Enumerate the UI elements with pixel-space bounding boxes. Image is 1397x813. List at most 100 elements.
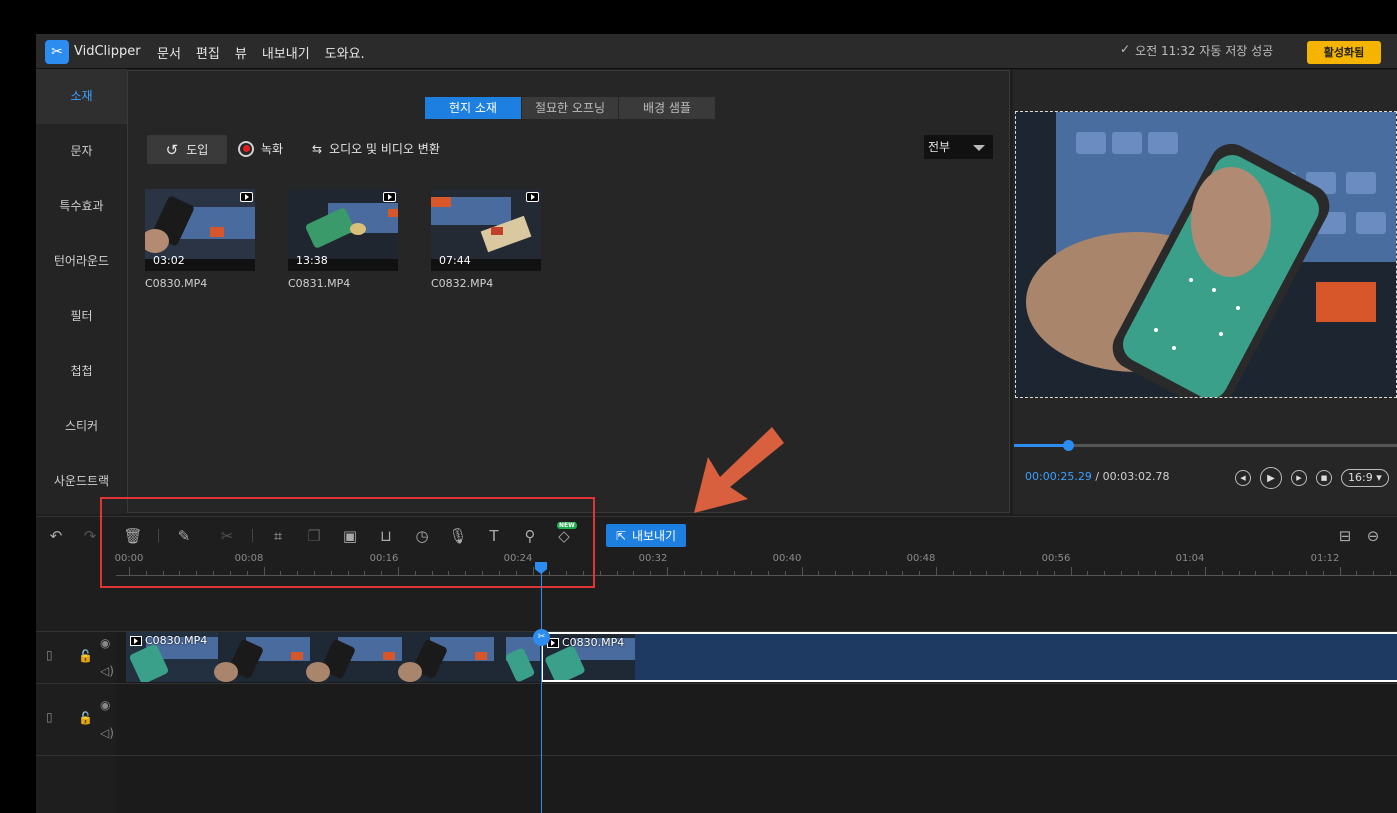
ruler-tick: [1154, 571, 1156, 575]
ruler-tick: [717, 571, 719, 575]
ruler-tick: [700, 571, 702, 575]
ruler-tick: [1171, 571, 1173, 575]
clip-name: C0832.MP4: [431, 277, 494, 290]
sidebar-item-materials[interactable]: 소재: [36, 69, 127, 124]
vidclipper-window: ✂ VidClipper 문서 편집 뷰 내보내기 도와요. ✓ 오전 11:3…: [36, 34, 1397, 813]
ruler-tick: [1205, 567, 1206, 575]
play-icon[interactable]: ▶: [1260, 467, 1282, 489]
clip-duration: 03:02: [153, 254, 185, 267]
redo-icon[interactable]: ↷: [80, 526, 100, 546]
sidebar-item-text[interactable]: 문자: [36, 124, 127, 179]
ruler-tick: [734, 571, 736, 575]
sidebar-item-stickers[interactable]: 스티커: [36, 399, 127, 454]
lock-icon[interactable]: 🔓: [78, 711, 93, 725]
ruler-tick: [784, 571, 786, 575]
ruler-tick: [1322, 571, 1324, 575]
menu-edit[interactable]: 편집: [196, 43, 220, 62]
preview-progress-bar[interactable]: [1014, 440, 1397, 451]
clip-thumbnail: 07:44: [431, 189, 541, 271]
clip-thumbnail: 03:02: [145, 189, 255, 271]
video-icon: [240, 192, 253, 202]
timeline-clip[interactable]: C0830.MP4: [126, 632, 540, 682]
media-tabs: 현지 소재 절묘한 오프닝 배경 샘플: [425, 97, 716, 119]
preview-video[interactable]: [1015, 111, 1397, 398]
import-button[interactable]: ↺ 도입: [147, 135, 227, 164]
activate-button[interactable]: 활성화됨: [1307, 41, 1381, 64]
timeline-clip-selected[interactable]: C0830.MP4: [541, 632, 1397, 682]
media-filter-select[interactable]: 전부: [924, 135, 993, 159]
ruler-tick: [1120, 571, 1122, 575]
check-icon: ✓: [1120, 42, 1131, 56]
undo-icon[interactable]: ↶: [46, 526, 66, 546]
ruler-tick: [936, 567, 937, 575]
lock-icon[interactable]: 🔓: [78, 649, 93, 663]
film-icon: ▯: [46, 710, 53, 724]
aspect-ratio-select[interactable]: 16:9 ▾: [1341, 469, 1389, 487]
sidebar-item-transitions[interactable]: 턴어라운드: [36, 234, 127, 289]
split-marker-icon[interactable]: ✂: [533, 629, 550, 646]
export-label: 내보내기: [631, 529, 677, 543]
ruler-tick: [1104, 571, 1106, 575]
previous-frame-icon[interactable]: ◀: [1235, 470, 1251, 486]
sidebar-item-filters[interactable]: 필터: [36, 289, 127, 344]
ruler-tick: [851, 571, 853, 575]
menu-document[interactable]: 문서: [157, 43, 181, 62]
fit-timeline-icon[interactable]: ⊟: [1335, 526, 1355, 546]
app-logo-icon: ✂: [45, 40, 69, 64]
menu-export[interactable]: 내보내기: [262, 43, 310, 62]
zoom-out-icon[interactable]: ⊖: [1363, 526, 1383, 546]
track-header-empty: [36, 755, 116, 813]
ruler-tick: [1221, 571, 1223, 575]
sidebar-item-effects[interactable]: 특수효과: [36, 179, 127, 234]
ruler-tick: [952, 571, 954, 575]
tab-openings[interactable]: 절묘한 오프닝: [522, 97, 619, 119]
export-button[interactable]: ⇱ 내보내기: [606, 524, 686, 547]
track-lane-empty[interactable]: [116, 755, 1397, 813]
timeline-clip-label: C0830.MP4: [547, 636, 624, 649]
clip-thumbnail-image: [431, 189, 541, 259]
ruler-tick: [801, 567, 803, 575]
ruler-tick: [1238, 571, 1240, 575]
ruler-tick: [868, 571, 870, 575]
speaker-icon[interactable]: ◁): [100, 726, 114, 740]
menu-bar: 문서 편집 뷰 내보내기 도와요.: [157, 43, 365, 62]
sidebar-item-overlay[interactable]: 첩첩: [36, 344, 127, 399]
track-lane-video-1[interactable]: C0830.MP4 C0830.MP4: [116, 631, 1397, 683]
speaker-icon[interactable]: ◁): [100, 664, 114, 678]
media-clip[interactable]: 07:44 C0832.MP4: [431, 189, 541, 290]
export-icon: ⇱: [615, 528, 626, 543]
film-icon: ▯: [46, 648, 53, 662]
progress-knob[interactable]: [1062, 440, 1074, 451]
media-clip[interactable]: 13:38 C0831.MP4: [288, 189, 398, 290]
next-frame-icon[interactable]: ▶: [1291, 470, 1307, 486]
ruler-tick: [1020, 571, 1022, 575]
eye-icon[interactable]: ◉: [100, 636, 110, 650]
ruler-tick: [683, 571, 685, 575]
ruler-tick: [1373, 571, 1375, 575]
ruler-tick: [1036, 571, 1038, 575]
convert-icon: ⇆: [312, 141, 323, 156]
ruler-tick: [667, 567, 668, 575]
menu-help[interactable]: 도와요.: [325, 43, 365, 62]
video-icon: [383, 192, 396, 202]
ruler-tick: [616, 571, 618, 575]
autosave-status: ✓ 오전 11:32 자동 저장 성공: [1120, 42, 1273, 59]
media-clip[interactable]: 03:02 C0830.MP4: [145, 189, 255, 290]
current-time: 00:00:25.29: [1025, 470, 1092, 483]
clip-duration: 13:38: [296, 254, 328, 267]
convert-button[interactable]: ⇆ 오디오 및 비디오 변환: [312, 140, 440, 157]
stop-icon[interactable]: ■: [1316, 470, 1332, 486]
track-lane-video-2[interactable]: [116, 683, 1397, 755]
record-button[interactable]: 녹화: [238, 140, 283, 157]
record-label: 녹화: [261, 142, 284, 156]
menu-view[interactable]: 뷰: [235, 43, 247, 62]
tab-local-media[interactable]: 현지 소재: [425, 97, 522, 119]
preview-panel: 00:00:25.29 / 00:03:02.78 ◀ ▶ ▶ ■ 16:9 ▾: [1013, 70, 1397, 514]
timecode: 00:00:25.29 / 00:03:02.78: [1025, 470, 1170, 483]
tab-background-samples[interactable]: 배경 샘플: [619, 97, 716, 119]
eye-icon[interactable]: ◉: [100, 698, 110, 712]
clip-thumbnail-image: [288, 189, 398, 259]
playhead-line[interactable]: [541, 562, 542, 813]
ruler-tick: [885, 571, 887, 575]
track-header-video-1: ▯ 🔓 ◉ ◁): [36, 631, 116, 683]
